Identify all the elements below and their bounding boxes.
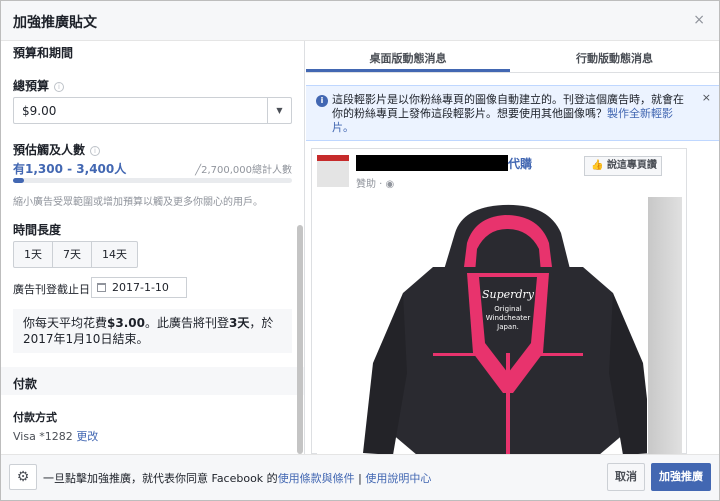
payment-edit-link[interactable]: 更改 <box>76 430 98 443</box>
jacket-brand-text: Superdry <box>482 288 535 301</box>
like-page-button[interactable]: 👍 說這專頁讚 <box>584 156 662 176</box>
payment-section-title: 付款 <box>13 377 38 391</box>
help-center-link[interactable]: 使用說明中心 <box>365 472 431 485</box>
boost-post-dialog: 加強推廣貼文 × 預算和期間 總預算 i $9.00 ▼ 預估觸及人數 i 有1,3… <box>0 0 720 501</box>
budget-value: $9.00 <box>22 104 57 118</box>
tab-mobile-feed[interactable]: 行動版動態消息 <box>510 50 719 66</box>
footer-separator: | <box>354 472 366 485</box>
jacket-pocket-right <box>533 353 583 356</box>
like-page-label: 說這專頁讚 <box>606 160 657 171</box>
reach-total: ╱2,700,000總計人數 <box>195 165 292 176</box>
duration-14-day-button[interactable]: 14天 <box>91 241 138 268</box>
summary-prefix: 你每天平均花費 <box>23 316 108 330</box>
total-budget-label: 總預算 i <box>13 77 65 94</box>
end-date-label: 廣告刊登截止日 <box>13 283 90 296</box>
payment-card-text: Visa *1282 <box>13 430 73 443</box>
dialog-footer: ⚙ 一旦點擊加強推廣，就代表你同意 Facebook 的使用條款與條件 | 使用… <box>1 454 719 500</box>
summary-days: 3天 <box>229 316 250 330</box>
budget-select[interactable]: $9.00 ▼ <box>13 97 292 124</box>
settings-panel: 預算和期間 總預算 i $9.00 ▼ 預估觸及人數 i 有1,300 - 3,40… <box>1 41 305 454</box>
duration-7-day-button[interactable]: 7天 <box>52 241 92 268</box>
jacket-line2-text: Windcheater <box>486 314 531 322</box>
thumbs-up-icon: 👍 <box>591 160 604 171</box>
reach-label: 預估觸及人數 i <box>13 141 101 158</box>
gear-icon[interactable]: ⚙ <box>9 464 37 490</box>
page-name-tail[interactable]: 代購 <box>508 155 532 172</box>
consent-prefix: 一旦點擊加強推廣，就代表你同意 Facebook 的 <box>43 472 278 485</box>
chevron-down-icon[interactable]: ▼ <box>267 98 291 123</box>
tab-desktop-feed[interactable]: 桌面版動態消息 <box>306 50 510 66</box>
reach-label-text: 預估觸及人數 <box>13 143 86 157</box>
summary-mid: 。此廣告將刊登 <box>144 316 229 330</box>
info-icon[interactable]: i <box>90 146 101 156</box>
preview-panel: 桌面版動態消息 行動版動態消息 i 這段輕影片是以你粉絲專頁的圖像自動建立的。刊… <box>306 41 719 454</box>
info-icon[interactable]: i <box>54 82 65 92</box>
close-icon[interactable]: × <box>702 91 711 104</box>
consent-text: 一旦點擊加強推廣，就代表你同意 Facebook 的使用條款與條件 | 使用說明… <box>43 470 431 486</box>
end-date-value: 2017-1-10 <box>112 281 169 294</box>
dialog-title: 加強推廣貼文 <box>13 15 97 31</box>
end-date-input[interactable]: 2017-1-10 <box>91 277 187 298</box>
reach-range: 有1,300 - 3,400人 <box>13 162 127 176</box>
reach-hint: 縮小廣告受眾範圍或增加預算以觸及更多你關心的用戶。 <box>13 197 263 208</box>
payment-card: Visa *1282 更改 <box>13 428 98 444</box>
payment-section-header: 付款 <box>1 367 304 395</box>
budget-section-title: 預算和期間 <box>13 46 74 60</box>
next-image-strip[interactable] <box>648 197 682 454</box>
preview-tabs: 桌面版動態消息 行動版動態消息 <box>306 41 719 73</box>
close-icon[interactable]: × <box>693 12 705 28</box>
jacket-pocket-left <box>433 353 483 356</box>
calendar-icon <box>97 283 106 292</box>
scrollbar[interactable] <box>297 225 303 454</box>
boost-button[interactable]: 加強推廣 <box>651 463 711 491</box>
sponsored-text: 贊助 · <box>356 179 386 190</box>
page-avatar <box>317 155 349 187</box>
notice-text: 這段輕影片是以你粉絲專頁的圖像自動建立的。刊登這個廣告時，就會在你的粉絲專頁上發… <box>332 93 694 135</box>
dialog-header: 加強推廣貼文 × <box>1 1 719 41</box>
total-budget-label-text: 總預算 <box>13 79 50 93</box>
duration-1-day-button[interactable]: 1天 <box>13 241 53 268</box>
active-tab-indicator <box>306 69 510 72</box>
jacket-zip <box>506 353 510 454</box>
sponsored-label: 贊助 · ◉ <box>356 175 394 190</box>
post-image: Superdry Original Windcheater Japan. <box>317 197 647 454</box>
jacket-illustration: Superdry Original Windcheater Japan. <box>363 204 647 454</box>
payment-method-label: 付款方式 <box>13 411 57 424</box>
redacted-page-name <box>356 155 508 171</box>
jacket-line1-text: Original <box>494 305 521 313</box>
duration-label: 時間長度 <box>13 223 62 237</box>
reach-bar-fill <box>13 178 25 183</box>
globe-icon: ◉ <box>385 179 395 190</box>
jacket-line3-text: Japan. <box>496 323 519 331</box>
reach-bar <box>13 178 292 183</box>
summary-amount: $3.00 <box>107 316 145 330</box>
info-icon: i <box>316 95 328 107</box>
terms-link[interactable]: 使用條款與條件 <box>278 472 355 485</box>
spend-summary: 你每天平均花費$3.00。此廣告將刊登3天，於2017年1月10日結束。 <box>13 309 292 353</box>
info-notice: i 這段輕影片是以你粉絲專頁的圖像自動建立的。刊登這個廣告時，就會在你的粉絲專頁… <box>306 85 719 141</box>
duration-options: 1天 7天 14天 <box>13 241 138 268</box>
cancel-button[interactable]: 取消 <box>607 463 645 491</box>
post-preview: 代購 贊助 · ◉ 👍 說這專頁讚 Superdry Original Wind… <box>311 148 687 454</box>
